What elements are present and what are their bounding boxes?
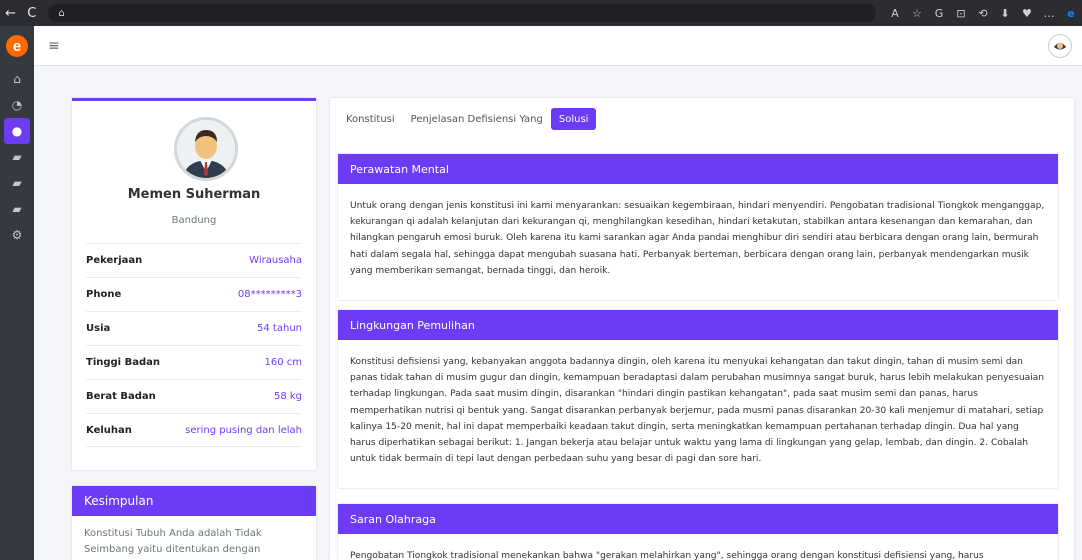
sidebar-item-menu-6[interactable]: ▰ xyxy=(0,196,34,222)
more-icon[interactable]: … xyxy=(1038,7,1060,20)
user-icon: ● xyxy=(11,124,23,138)
row-value: Wirausaha xyxy=(249,255,302,266)
section-perawatan-mental: Perawatan Mental Untuk orang dengan jeni… xyxy=(338,154,1058,300)
home-icon: ⌂ xyxy=(13,72,21,86)
section-title: Lingkungan Pemulihan xyxy=(338,310,1058,340)
address-bar[interactable]: ⌂ xyxy=(48,4,876,22)
app-logo[interactable]: e xyxy=(0,26,34,66)
section-title: Perawatan Mental xyxy=(338,154,1058,184)
profile-row-pekerjaan: Pekerjaan Wirausaha xyxy=(86,243,302,277)
profile-row-usia: Usia 54 tahun xyxy=(86,311,302,345)
row-label: Usia xyxy=(86,323,111,334)
conclusion-title: Kesimpulan xyxy=(72,486,316,516)
download-icon[interactable]: ⬇ xyxy=(994,7,1016,20)
sidebar-item-menu-4[interactable]: ▰ xyxy=(0,144,34,170)
row-value: 160 cm xyxy=(264,357,302,368)
briefcase-icon: ▰ xyxy=(12,176,22,190)
menu-toggle-icon[interactable]: ≡ xyxy=(48,38,60,54)
sidebar-item-settings[interactable]: ⚙ xyxy=(0,222,34,248)
sidebar-item-dashboard[interactable]: ◔ xyxy=(0,92,34,118)
briefcase-icon: ▰ xyxy=(12,150,22,164)
conclusion-card: Kesimpulan Konstitusi Tubuh Anda adalah … xyxy=(72,486,316,560)
section-text: Konstitusi defisiensi yang, kebanyakan a… xyxy=(350,357,1045,465)
google-icon[interactable]: G xyxy=(928,7,950,20)
read-aloud-icon[interactable]: A xyxy=(884,7,906,20)
logo-icon: e xyxy=(6,35,28,57)
section-text: Untuk orang dengan jenis konstitusi ini … xyxy=(350,201,1045,276)
section-title: Saran Olahraga xyxy=(338,504,1058,534)
section-text: Pengobatan Tiongkok tradisional menekank… xyxy=(350,551,984,560)
row-value: 58 kg xyxy=(273,391,302,402)
split-screen-icon[interactable]: ⊡ xyxy=(950,7,972,20)
dashboard-icon: ◔ xyxy=(11,98,23,112)
history-icon[interactable]: ⟲ xyxy=(972,7,994,20)
back-icon[interactable]: ← xyxy=(0,6,21,21)
profile-row-tinggi-badan: Tinggi Badan 160 cm xyxy=(86,345,302,379)
browser-extensions: A ☆ G ⊡ ⟲ ⬇ ♥ … e xyxy=(884,7,1082,20)
conclusion-text: Konstitusi Tubuh Anda adalah Tidak Seimb… xyxy=(84,528,262,555)
profile-row-berat-badan: Berat Badan 58 kg xyxy=(86,379,302,413)
profile-row-phone: Phone 08*********3 xyxy=(86,277,302,311)
reload-icon[interactable]: C xyxy=(21,6,42,21)
avatar-icon xyxy=(1051,37,1069,55)
profile-name: Memen Suherman xyxy=(127,187,261,202)
section-saran-olahraga: Saran Olahraga Pengobatan Tiongkok tradi… xyxy=(338,504,1058,560)
briefcase-icon: ▰ xyxy=(12,202,22,216)
row-label: Keluhan xyxy=(86,424,132,436)
section-lingkungan-pemulihan: Lingkungan Pemulihan Konstitusi defisien… xyxy=(338,310,1058,488)
profile-card: Memen Suherman Bandung Pekerjaan Wirausa… xyxy=(72,98,316,470)
tab-konstitusi[interactable]: Konstitusi xyxy=(338,108,403,130)
tab-bar: Konstitusi Penjelasan Defisiensi Yang So… xyxy=(338,108,597,130)
home-icon: ⌂ xyxy=(58,7,65,19)
profile-details: Pekerjaan Wirausaha Phone 08*********3 U… xyxy=(86,243,302,447)
sidebar: e ⌂ ◔ ● ▰ ▰ ▰ ⚙ xyxy=(0,26,34,560)
row-label: Tinggi Badan xyxy=(86,357,160,368)
avatar-icon xyxy=(177,120,235,178)
sidebar-item-profile[interactable]: ● xyxy=(4,118,30,144)
tab-solusi[interactable]: Solusi xyxy=(550,108,597,130)
sidebar-item-menu-5[interactable]: ▰ xyxy=(0,170,34,196)
profile-photo xyxy=(174,117,238,181)
row-value: sering pusing dan lelah xyxy=(185,424,302,436)
row-value: 54 tahun xyxy=(257,323,302,334)
row-label: Berat Badan xyxy=(86,391,156,402)
top-navbar: ≡ xyxy=(34,26,1082,66)
tab-penjelasan[interactable]: Penjelasan Defisiensi Yang xyxy=(403,108,551,130)
row-label: Phone xyxy=(86,289,122,300)
edge-icon[interactable]: e xyxy=(1060,7,1082,20)
extension-icon[interactable]: ♥ xyxy=(1016,7,1038,20)
row-value: 08*********3 xyxy=(237,289,302,300)
user-avatar[interactable] xyxy=(1048,34,1072,58)
gears-icon: ⚙ xyxy=(11,228,23,242)
sidebar-item-home[interactable]: ⌂ xyxy=(0,66,34,92)
profile-row-keluhan: Keluhan sering pusing dan lelah xyxy=(86,413,302,447)
browser-toolbar: ← C ⌂ A ☆ G ⊡ ⟲ ⬇ ♥ … e xyxy=(0,0,1082,26)
favorite-icon[interactable]: ☆ xyxy=(906,7,928,20)
profile-city: Bandung xyxy=(171,215,217,226)
solution-card: Konstitusi Penjelasan Defisiensi Yang So… xyxy=(330,98,1074,560)
row-label: Pekerjaan xyxy=(86,255,143,266)
